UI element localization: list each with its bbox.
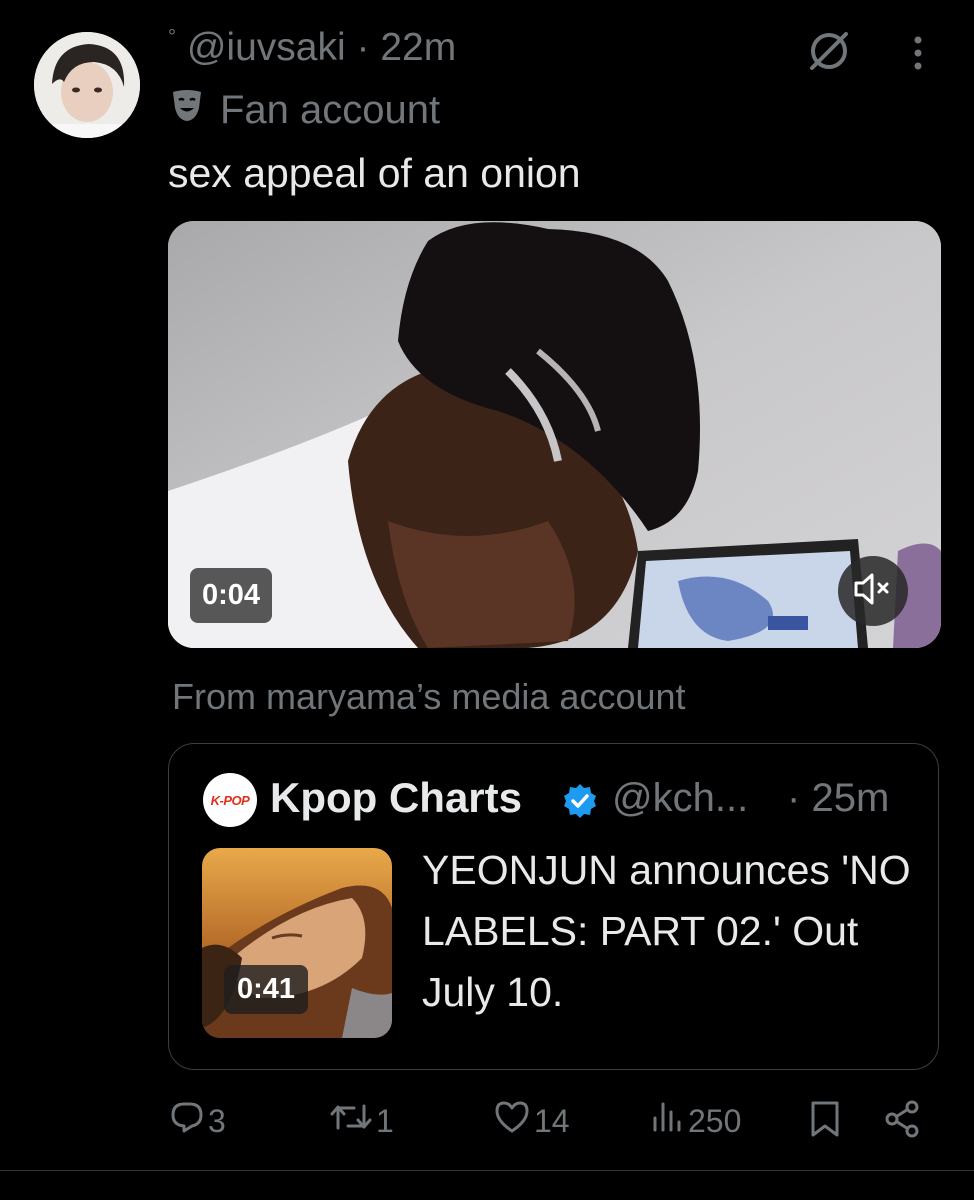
media-attribution[interactable]: From maryama’s media account (172, 676, 686, 718)
kpop-logo: K-POP (210, 792, 250, 808)
repost-button[interactable]: 1 (330, 1100, 394, 1142)
quoted-post-text: YEONJUN announces 'NO LABELS: PART 02.' … (422, 847, 911, 1015)
verified-icon (561, 782, 599, 820)
post-divider (0, 1170, 974, 1171)
mute-button[interactable] (838, 556, 908, 626)
quoted-avatar[interactable]: K-POP (203, 773, 257, 827)
reply-icon (170, 1100, 204, 1142)
like-count: 14 (534, 1102, 570, 1139)
mute-icon (852, 571, 894, 612)
quoted-name-text: Kpop Charts (270, 774, 522, 821)
repost-count: 1 (376, 1102, 394, 1139)
video-duration: 0:04 (190, 568, 273, 623)
quoted-author-handle[interactable]: @kch... (612, 776, 748, 821)
views-button[interactable]: 250 (650, 1100, 741, 1142)
quoted-author-name[interactable]: Kpop Charts (270, 774, 522, 822)
quoted-separator: · (787, 776, 801, 820)
views-count: 250 (688, 1102, 742, 1139)
grok-icon[interactable] (806, 28, 852, 74)
theater-mask-icon (168, 86, 206, 134)
share-button[interactable] (884, 1100, 920, 1146)
bookmark-button[interactable] (808, 1100, 842, 1146)
quoted-time-text: 25m (811, 776, 890, 820)
post-time[interactable]: 22m (380, 26, 456, 69)
views-icon (650, 1100, 684, 1142)
post-video[interactable] (168, 221, 941, 648)
repost-icon (330, 1100, 372, 1142)
post-text: sex appeal of an onion (168, 150, 581, 196)
like-button[interactable]: 14 (494, 1100, 570, 1142)
post-header: ° @iuvsaki · 22m (168, 26, 456, 70)
author-handle[interactable]: @iuvsaki (187, 26, 346, 69)
status-dot: ° (168, 26, 176, 48)
quoted-post-time[interactable]: · 25m (787, 776, 889, 821)
badge-label: Fan account (220, 87, 441, 132)
bookmark-icon (808, 1100, 842, 1146)
header-separator: · (356, 26, 370, 69)
quoted-video-duration: 0:41 (224, 965, 309, 1014)
more-icon[interactable] (908, 34, 928, 74)
share-icon (884, 1100, 920, 1146)
fan-account-badge: Fan account (168, 86, 440, 134)
reply-count: 3 (208, 1102, 226, 1139)
author-avatar[interactable] (34, 32, 140, 138)
like-icon (494, 1100, 530, 1142)
reply-button[interactable]: 3 (170, 1100, 226, 1142)
